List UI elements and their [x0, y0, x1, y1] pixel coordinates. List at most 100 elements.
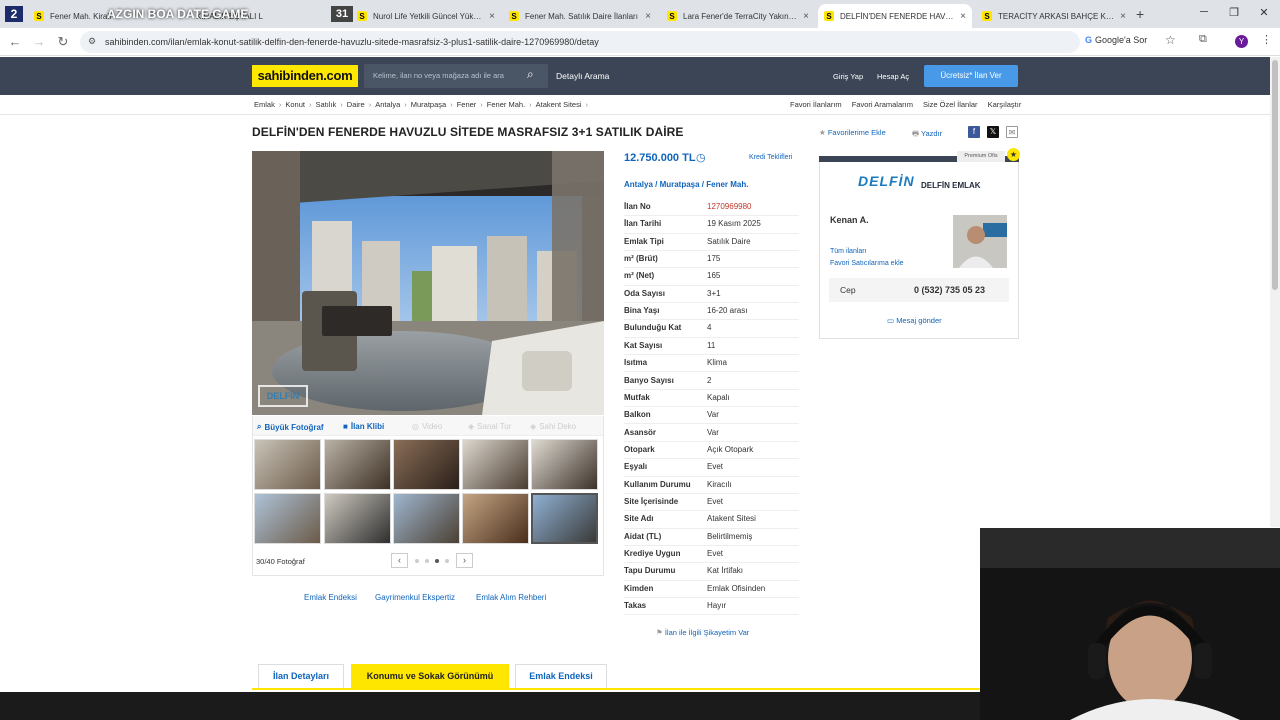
new-tab-icon[interactable]: + — [1136, 6, 1144, 22]
thumbnail[interactable] — [462, 493, 529, 544]
detail-key: Emlak Tipi — [624, 236, 664, 246]
detail-key: m² (Net) — [624, 271, 655, 281]
page-dot[interactable] — [445, 559, 449, 563]
site-logo[interactable]: sahibinden.com — [252, 65, 358, 87]
browser-tab[interactable]: S Nurol Life Yetkili Güncel Yüksel × — [351, 4, 501, 28]
main-photo[interactable]: DELFİN — [252, 151, 604, 415]
search-icon[interactable]: ⌕ — [527, 67, 534, 82]
breadcrumb-item[interactable]: Daire — [347, 100, 365, 109]
profile-avatar[interactable]: Y — [1235, 35, 1248, 48]
thumbnail-selected[interactable] — [531, 493, 598, 544]
detail-row: Kimden Emlak Ofisinden — [624, 581, 799, 598]
extensions-icon[interactable]: ⧉ — [1199, 33, 1207, 46]
back-icon[interactable]: ← — [7, 34, 23, 49]
thumbnail[interactable] — [324, 439, 391, 490]
favorite-searches-link[interactable]: Favori Aramalarım — [852, 100, 913, 109]
breadcrumb-item[interactable]: Antalya — [375, 100, 400, 109]
browser-tab-active[interactable]: S DELFİN'DEN FENERDE HAVUZLU × — [818, 4, 972, 28]
site-info-icon[interactable]: ⚙ — [88, 36, 96, 47]
menu-icon[interactable]: ⋮ — [1261, 33, 1272, 46]
tab-details[interactable]: İlan Detayları — [258, 664, 344, 688]
x-twitter-icon[interactable]: 𝕏 — [987, 126, 999, 138]
url-text[interactable]: sahibinden.com/ilan/emlak-konut-satilik-… — [105, 37, 599, 47]
forward-icon[interactable]: → — [31, 34, 47, 49]
detail-row: İlan Tarihi 19 Kasım 2025 — [624, 216, 799, 234]
detail-key: Tapu Durumu — [624, 566, 676, 576]
credit-offers-link[interactable]: Kredi Teklifleri — [749, 154, 792, 161]
breadcrumb-item[interactable]: Muratpaşa — [411, 100, 446, 109]
reload-icon[interactable]: ↻ — [55, 34, 71, 50]
thumbnail[interactable] — [254, 439, 321, 490]
tab-location[interactable]: Konumu ve Sokak Görünümü — [351, 664, 509, 688]
page-dot-active[interactable] — [435, 559, 439, 563]
add-favorite-link[interactable]: ★ Favorilerime Ekle — [819, 128, 886, 137]
advanced-search-link[interactable]: Detaylı Arama — [556, 71, 609, 81]
listing-location[interactable]: Antalya / Muratpaşa / Fener Mah. — [624, 180, 748, 189]
scrollbar-thumb[interactable] — [1272, 60, 1278, 290]
bookmark-star-icon[interactable]: ☆ — [1165, 33, 1176, 47]
detail-key: Kat Sayısı — [624, 340, 663, 350]
detail-value: 4 — [707, 323, 712, 333]
login-link[interactable]: Giriş Yap — [833, 72, 863, 81]
guide-link[interactable]: Emlak Alım Rehberi — [476, 593, 546, 602]
close-window-icon[interactable]: ✕ — [1254, 6, 1274, 19]
restore-icon[interactable]: ❐ — [1224, 6, 1244, 19]
detail-key: Bulunduğu Kat — [624, 323, 682, 333]
post-ad-button[interactable]: Ücretsiz* İlan Ver — [924, 65, 1018, 87]
detail-key: Bina Yaşı — [624, 306, 660, 316]
premium-star-icon: ★ — [1007, 148, 1020, 161]
breadcrumb-item[interactable]: Fener Mah. — [487, 100, 525, 109]
page-dot[interactable] — [415, 559, 419, 563]
detail-value: Atakent Sitesi — [707, 514, 756, 524]
thumbnail[interactable] — [254, 493, 321, 544]
browser-tab[interactable]: S TERACİTY ARKASI BAHÇE KULL × — [976, 4, 1132, 28]
facebook-icon[interactable]: f — [968, 126, 980, 138]
minimize-icon[interactable]: ─ — [1194, 6, 1214, 18]
breadcrumb-item[interactable]: Emlak — [254, 100, 275, 109]
price-history-icon[interactable]: ◷ — [696, 151, 706, 164]
compare-link[interactable]: Karşılaştır — [988, 100, 1022, 109]
thumbnail[interactable] — [393, 493, 460, 544]
breadcrumb-item[interactable]: Konut — [285, 100, 305, 109]
prev-page-button[interactable]: ‹ — [391, 553, 408, 568]
detail-value: Evet — [707, 549, 724, 558]
breadcrumb-item[interactable]: Satılık — [315, 100, 336, 109]
register-link[interactable]: Hesap Aç — [877, 72, 909, 81]
report-link[interactable]: ⚑ İlan ile İlgili Şikayetim Var — [656, 628, 749, 637]
breadcrumb-item[interactable]: Fener — [457, 100, 477, 109]
close-icon[interactable]: × — [489, 11, 495, 22]
phone-number[interactable]: 0 (532) 735 05 23 — [914, 285, 985, 295]
google-ask-button[interactable]: G Google'a Sor — [1085, 35, 1147, 45]
detail-row: Asansör Var — [624, 425, 799, 442]
special-listings-link[interactable]: Size Özel İlanlar — [923, 100, 978, 109]
email-icon[interactable]: ✉ — [1006, 126, 1018, 138]
detail-row: Krediye Uygun Evet — [624, 546, 799, 564]
close-icon[interactable]: × — [645, 11, 651, 22]
ekspertiz-link[interactable]: Gayrimenkul Ekspertiz — [375, 593, 455, 602]
agency-name[interactable]: DELFİN EMLAK — [921, 181, 981, 190]
next-page-button[interactable]: › — [456, 553, 473, 568]
thumbnail[interactable] — [324, 493, 391, 544]
detail-value: Var — [707, 427, 719, 437]
detail-value: Kapalı — [707, 392, 730, 402]
all-listings-link[interactable]: Tüm ilanları — [830, 248, 867, 255]
print-link[interactable]: 🖶 Yazdır — [912, 128, 942, 141]
browser-tab[interactable]: S Fener Mah. Satılık Daire İlanları × — [503, 4, 657, 28]
agency-logo[interactable]: DELFİN — [858, 173, 915, 189]
send-message-link[interactable]: ▭ Mesaj gönder — [887, 316, 942, 325]
emlak-endeksi-link[interactable]: Emlak Endeksi — [304, 593, 357, 602]
thumbnail[interactable] — [531, 439, 598, 490]
thumbnail[interactable] — [393, 439, 460, 490]
detail-row: Site Adı Atakent Sitesi — [624, 511, 799, 529]
close-icon[interactable]: × — [803, 11, 809, 22]
close-icon[interactable]: × — [1120, 11, 1126, 22]
breadcrumb-item[interactable]: Atakent Sitesi — [536, 100, 582, 109]
close-icon[interactable]: × — [960, 11, 966, 22]
favorite-seller-link[interactable]: Favori Satıcılarıma ekle — [830, 260, 904, 267]
favorite-listings-link[interactable]: Favori İlanlarım — [790, 100, 842, 109]
thumbnail[interactable] — [462, 439, 529, 490]
browser-tab[interactable]: S Lara Fener'de TerraCity Yakını 3 × — [661, 4, 815, 28]
tab-emlak-endeksi[interactable]: Emlak Endeksi — [515, 664, 607, 688]
sahibinden-favicon: S — [34, 11, 44, 21]
page-dot[interactable] — [425, 559, 429, 563]
